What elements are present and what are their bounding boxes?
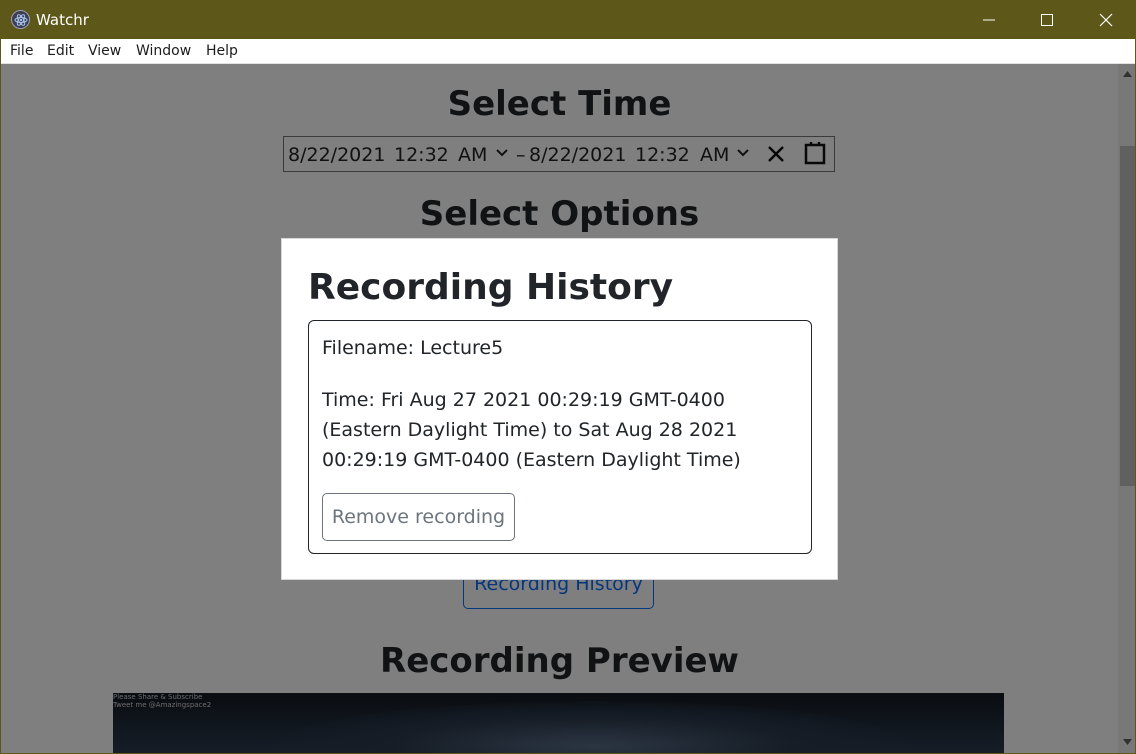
menu-help[interactable]: Help xyxy=(206,43,238,59)
menu-window[interactable]: Window xyxy=(136,43,191,59)
maximize-button[interactable] xyxy=(1019,1,1077,39)
minimize-button[interactable] xyxy=(961,1,1019,39)
modal-title: Recording History xyxy=(308,267,674,308)
recording-history-modal: Recording History Filename: Lecture5 Tim… xyxy=(281,238,838,580)
recording-filename: Filename: Lecture5 xyxy=(322,337,504,359)
close-icon xyxy=(1099,13,1113,27)
recording-card: Filename: Lecture5 Time: Fri Aug 27 2021… xyxy=(308,320,812,554)
window-title: Watchr xyxy=(36,11,89,29)
menu-edit[interactable]: Edit xyxy=(47,43,74,59)
title-bar[interactable]: Watchr xyxy=(1,1,1135,39)
maximize-icon xyxy=(1041,14,1053,26)
menu-file[interactable]: File xyxy=(10,43,33,59)
recording-time: Time: Fri Aug 27 2021 00:29:19 GMT-0400 … xyxy=(322,389,741,471)
close-button[interactable] xyxy=(1078,1,1135,39)
minimize-icon xyxy=(983,19,995,21)
remove-recording-button[interactable]: Remove recording xyxy=(322,493,515,541)
menu-bar: File Edit View Window Help xyxy=(1,39,1135,64)
app-window: Watchr File Edit View Window Help Select… xyxy=(0,0,1136,754)
electron-app-icon xyxy=(11,10,30,29)
menu-view[interactable]: View xyxy=(88,43,121,59)
